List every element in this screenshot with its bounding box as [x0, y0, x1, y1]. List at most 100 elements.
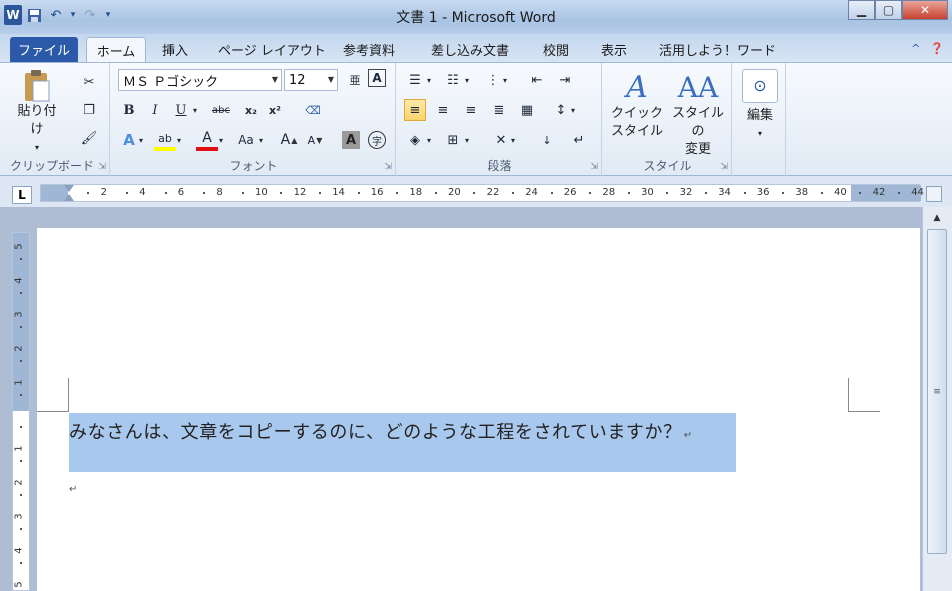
character-shading-button[interactable]: A — [342, 131, 360, 149]
change-case-button[interactable]: Aa — [234, 129, 258, 151]
shrink-font-button[interactable]: A ▼ — [304, 129, 326, 151]
shading-icon[interactable]: ◈ — [404, 129, 426, 151]
highlight-dropdown-icon[interactable]: ▾ — [174, 129, 184, 151]
tab-katsuyou-word[interactable]: 活用しよう！ワード — [659, 37, 776, 62]
underline-button[interactable]: U — [170, 99, 192, 121]
font-size-dropdown-icon[interactable]: ▼ — [328, 75, 334, 84]
document-page[interactable] — [37, 228, 920, 591]
highlight-color-icon[interactable]: ab — [154, 129, 176, 151]
tab-selector[interactable]: L — [12, 186, 32, 204]
line-spacing-dropdown-icon[interactable]: ▾ — [568, 99, 578, 121]
window-controls: ▁ ▢ ✕ — [848, 0, 948, 20]
borders-icon[interactable]: ⊞ — [442, 129, 464, 151]
bullets-icon[interactable]: ☰ — [404, 69, 426, 91]
font-size-combo[interactable]: 12 ▼ — [284, 69, 338, 91]
character-border-icon[interactable]: A — [368, 69, 386, 87]
tab-mailings[interactable]: 差し込み文書 — [431, 37, 509, 62]
ruler-tick-label: 12 — [293, 187, 307, 198]
format-painter-icon[interactable]: 🖌 — [78, 127, 100, 149]
tab-page-layout[interactable]: ページ レイアウト — [218, 37, 326, 62]
borders-dropdown-icon[interactable]: ▾ — [462, 129, 472, 151]
font-color-dropdown-icon[interactable]: ▾ — [216, 129, 226, 151]
align-right-button[interactable]: ≡ — [460, 99, 482, 121]
tab-home[interactable]: ホーム — [86, 37, 146, 62]
numbering-icon[interactable]: ☷ — [442, 69, 464, 91]
clear-formatting-icon[interactable]: ⌫ — [302, 99, 324, 121]
maximize-button[interactable]: ▢ — [875, 0, 902, 20]
change-styles-button[interactable]: AA スタイルの 変更 — [666, 71, 730, 159]
vertical-scrollbar[interactable]: ▲ ≡ — [922, 207, 952, 591]
strikethrough-button[interactable]: abc — [208, 99, 234, 121]
enclose-characters-button[interactable]: 字 — [368, 131, 386, 149]
clipboard-launcher-icon[interactable]: ⇲ — [98, 162, 106, 172]
vertical-ruler-tick-dot — [20, 258, 22, 260]
horizontal-ruler[interactable]: 2 4 6 8 10 12 14 16 18 20 22 24 26 28 30 32 34 36 38 40 42 44 — [40, 184, 924, 202]
vertical-ruler[interactable]: 5 4 3 2 1 1 2 3 4 5 — [12, 232, 30, 591]
subscript-button[interactable]: x₂ — [240, 99, 262, 121]
ruler-tick-label: 18 — [409, 187, 423, 198]
font-name-dropdown-icon[interactable]: ▼ — [272, 75, 278, 84]
scrollbar-thumb[interactable]: ≡ — [927, 229, 947, 554]
align-center-button[interactable]: ≡ — [432, 99, 454, 121]
text-effects-dropdown-icon[interactable]: ▾ — [136, 129, 146, 151]
asian-layout-dropdown-icon[interactable]: ▾ — [508, 129, 518, 151]
paragraph-launcher-icon[interactable]: ⇲ — [590, 162, 598, 172]
bold-button[interactable]: B — [118, 99, 140, 121]
shading-dropdown-icon[interactable]: ▾ — [424, 129, 434, 151]
justify-button[interactable]: ≣ — [488, 99, 510, 121]
paste-button[interactable]: 貼り付け ▾ — [12, 69, 62, 157]
tab-references[interactable]: 参考資料 — [343, 37, 395, 62]
font-launcher-icon[interactable]: ⇲ — [384, 162, 392, 172]
italic-button[interactable]: I — [144, 99, 166, 121]
paste-label: 貼り付け — [17, 104, 57, 137]
ruler-tick-label: 16 — [370, 187, 384, 198]
paragraph-mark-empty[interactable]: ↵ — [69, 484, 77, 495]
font-color-icon[interactable]: A — [196, 129, 218, 151]
tab-review[interactable]: 校閲 — [543, 37, 569, 62]
grow-font-button[interactable]: A ▲ — [278, 129, 300, 151]
crop-mark — [848, 411, 880, 412]
show-paragraph-marks-icon[interactable]: ↵ — [568, 129, 590, 151]
font-name-combo[interactable]: ＭＳ Ｐゴシック ▼ — [118, 69, 282, 91]
ruler-tick-label: 6 — [177, 187, 185, 198]
tab-view[interactable]: 表示 — [601, 37, 627, 62]
help-icon[interactable]: ❓ — [930, 42, 944, 55]
vertical-ruler-tick-label: 4 — [13, 547, 25, 554]
scroll-up-button[interactable]: ▲ — [927, 209, 947, 227]
quick-styles-icon: A — [626, 70, 648, 105]
scrollbar-grip-icon: ≡ — [933, 386, 941, 397]
vertical-ruler-tick-label: 3 — [13, 513, 25, 520]
styles-launcher-icon[interactable]: ⇲ — [720, 162, 728, 172]
change-case-dropdown-icon[interactable]: ▾ — [256, 129, 266, 151]
editing-button[interactable]: ⊙ 編集 ▾ — [739, 69, 781, 143]
decrease-indent-icon[interactable]: ⇤ — [526, 69, 548, 91]
copy-icon[interactable]: ❐ — [78, 99, 100, 121]
cut-icon[interactable]: ✂ — [78, 71, 100, 93]
tab-file[interactable]: ファイル — [10, 37, 78, 62]
first-line-indent-marker[interactable] — [64, 185, 74, 192]
paragraph-group: ☰ ▾ ☷ ▾ ⋮ ▾ ⇤ ⇥ ≡ ≡ ≡ ≣ ▦ ↕ ▾ ◈ ▾ ⊞ ▾ ✕ … — [398, 63, 602, 176]
minimize-ribbon-icon[interactable]: ^ — [911, 42, 920, 55]
increase-indent-icon[interactable]: ⇥ — [554, 69, 576, 91]
multilevel-list-dropdown-icon[interactable]: ▾ — [500, 69, 510, 91]
paste-dropdown-icon: ▾ — [34, 143, 39, 152]
minimize-button[interactable]: ▁ — [848, 0, 875, 20]
quick-styles-button[interactable]: A クイック スタイル — [608, 71, 666, 141]
bullets-dropdown-icon[interactable]: ▾ — [424, 69, 434, 91]
distributed-button[interactable]: ▦ — [516, 99, 538, 121]
superscript-button[interactable]: x² — [264, 99, 286, 121]
align-left-button[interactable]: ≡ — [404, 99, 426, 121]
view-ruler-icon[interactable] — [926, 186, 942, 202]
phonetic-guide-icon[interactable]: 亜 — [344, 69, 366, 91]
hanging-indent-marker[interactable] — [64, 194, 74, 201]
close-button[interactable]: ✕ — [902, 0, 948, 20]
document-paragraph-1[interactable]: みなさんは、文章をコピーするのに、どのような工程をされていますか？ ↵ — [69, 418, 693, 444]
vertical-ruler-tick-dot — [20, 326, 22, 328]
ribbon-tabs: ファイル ホーム 挿入 ページ レイアウト 参考資料 差し込み文書 校閲 表示 … — [0, 34, 952, 62]
tab-insert[interactable]: 挿入 — [162, 37, 188, 62]
numbering-dropdown-icon[interactable]: ▾ — [462, 69, 472, 91]
clipboard-group: 貼り付け ▾ ✂ ❐ 🖌 クリップボード ⇲ — [4, 63, 110, 176]
underline-dropdown-icon[interactable]: ▾ — [190, 99, 200, 121]
ruler-tick-dot — [820, 192, 823, 194]
sort-icon[interactable]: ↓ — [536, 129, 558, 151]
